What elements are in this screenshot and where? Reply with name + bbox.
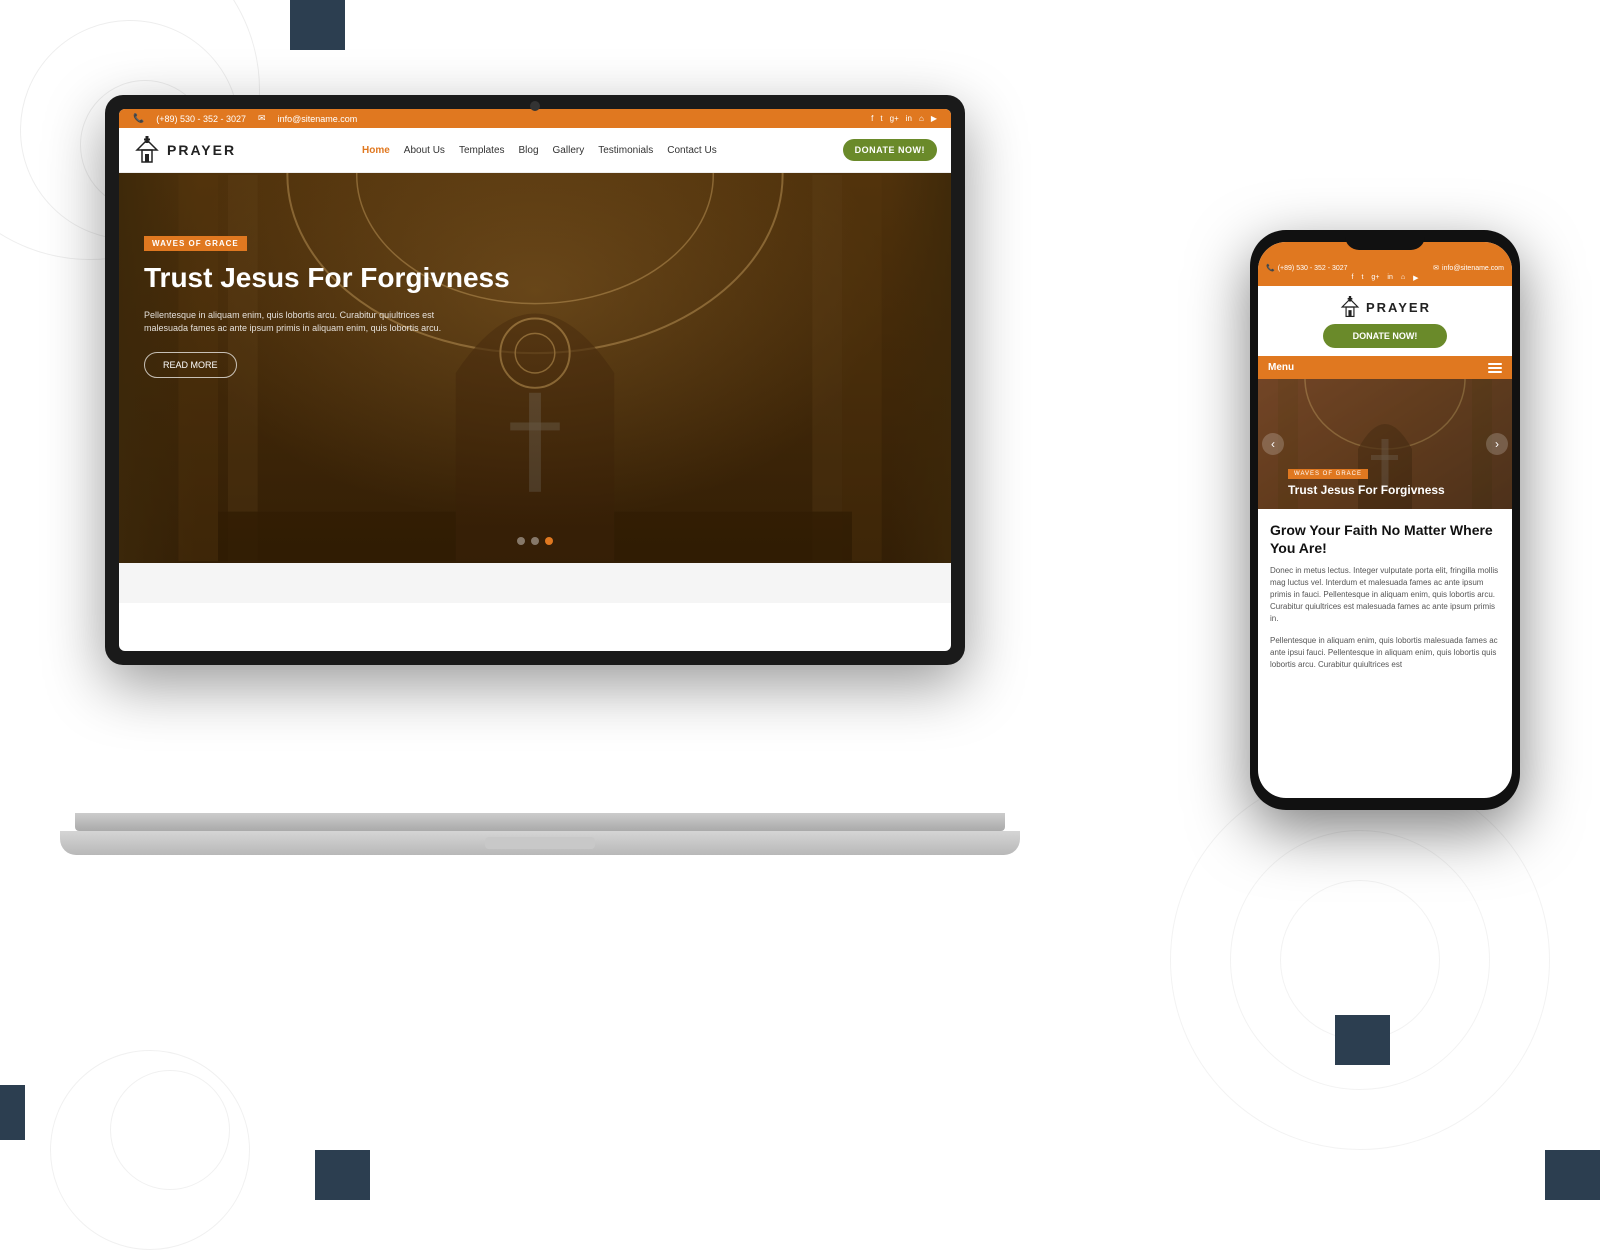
hamburger-line-1	[1488, 363, 1502, 365]
p-youtube-icon[interactable]: ▶	[1413, 274, 1418, 282]
laptop-site-topbar: 📞 (+89) 530 - 352 - 3027 ✉ info@sitename…	[119, 109, 951, 128]
decorative-rect-3	[1335, 1015, 1390, 1065]
p-linkedin-icon[interactable]: in	[1387, 274, 1392, 282]
decorative-rect-1	[290, 0, 345, 50]
read-more-button[interactable]: READ MORE	[144, 352, 237, 378]
laptop-donate-button[interactable]: DONATE NOW!	[843, 139, 937, 161]
phone-screen: 📞 (+89) 530 - 352 - 3027 ✉ info@sitename…	[1258, 242, 1512, 798]
hamburger-icon[interactable]	[1488, 363, 1502, 373]
phone-logo: PRAYER	[1339, 296, 1431, 318]
phone-content-text-1: Donec in metus lectus. Integer vulputate…	[1270, 565, 1500, 625]
phone-hero-badge: WAVES OF GRACE	[1288, 469, 1368, 479]
nav-about[interactable]: About Us	[404, 145, 445, 156]
phone-body: 📞 (+89) 530 - 352 - 3027 ✉ info@sitename…	[1250, 230, 1520, 810]
phone-logo-area: PRAYER DONATE NOW!	[1258, 286, 1512, 356]
rss-icon[interactable]: ⌂	[919, 114, 924, 123]
hamburger-line-2	[1488, 367, 1502, 369]
twitter-icon[interactable]: t	[880, 114, 882, 123]
laptop-camera	[530, 101, 540, 111]
hero-dot-3[interactable]	[545, 537, 553, 545]
linkedin-icon[interactable]: in	[906, 114, 912, 123]
youtube-icon[interactable]: ▶	[931, 114, 937, 123]
decorative-rect-5	[315, 1150, 370, 1200]
nav-contact[interactable]: Contact Us	[667, 145, 716, 156]
phone-icon: 📞	[1266, 264, 1275, 272]
email-icon: ✉	[258, 113, 266, 124]
laptop-screen: 📞 (+89) 530 - 352 - 3027 ✉ info@sitename…	[119, 109, 951, 651]
phone-notch	[1345, 230, 1425, 250]
p-facebook-icon[interactable]: f	[1352, 274, 1354, 282]
decorative-rect-2	[0, 1085, 25, 1140]
phone-menu-bar: Menu	[1258, 356, 1512, 379]
phone-topbar-row1: 📞 (+89) 530 - 352 - 3027 ✉ info@sitename…	[1266, 264, 1504, 272]
nav-links: Home About Us Templates Blog Gallery Tes…	[362, 145, 717, 156]
phone-hero-content: WAVES OF GRACE Trust Jesus For Forgivnes…	[1288, 462, 1445, 497]
phone-hero-next-arrow[interactable]: ›	[1486, 433, 1508, 455]
hero-badge: WAVES OF GRACE	[144, 236, 247, 251]
nav-gallery[interactable]: Gallery	[553, 145, 585, 156]
p-rss-icon[interactable]: ⌂	[1401, 274, 1405, 282]
phone-topbar-phone: 📞 (+89) 530 - 352 - 3027	[1266, 264, 1348, 272]
p-gplus-icon[interactable]: g+	[1371, 274, 1379, 282]
deco-circle-7	[50, 1050, 250, 1250]
phone-donate-button[interactable]: DONATE NOW!	[1323, 324, 1448, 348]
laptop-footer	[119, 563, 951, 603]
laptop-hero: WAVES OF GRACE Trust Jesus For Forgivnes…	[119, 173, 951, 563]
church-logo-icon	[133, 136, 161, 164]
phone-church-icon	[1339, 296, 1361, 318]
phone-hero-title: Trust Jesus For Forgivness	[1288, 483, 1445, 497]
google-plus-icon[interactable]: g+	[890, 114, 899, 123]
logo-text: PRAYER	[167, 142, 236, 158]
nav-home[interactable]: Home	[362, 145, 390, 156]
phone-hero: ‹ › WAVES OF GRACE Trust Jesus For Forgi…	[1258, 379, 1512, 509]
nav-blog[interactable]: Blog	[519, 145, 539, 156]
nav-templates[interactable]: Templates	[459, 145, 505, 156]
laptop-hinge	[75, 813, 1005, 831]
topbar-left: 📞 (+89) 530 - 352 - 3027 ✉ info@sitename…	[133, 113, 357, 124]
deco-circle-4	[1170, 770, 1550, 1150]
laptop-body: 📞 (+89) 530 - 352 - 3027 ✉ info@sitename…	[105, 95, 965, 665]
phone-hero-prev-arrow[interactable]: ‹	[1262, 433, 1284, 455]
laptop-device: 📞 (+89) 530 - 352 - 3027 ✉ info@sitename…	[105, 95, 975, 855]
hero-dot-2[interactable]	[531, 537, 539, 545]
nav-testimonials[interactable]: Testimonials	[598, 145, 653, 156]
phone-icon: 📞	[133, 113, 144, 124]
topbar-email: info@sitename.com	[278, 114, 358, 124]
hero-title: Trust Jesus For Forgivness	[144, 261, 510, 295]
topbar-phone: (+89) 530 - 352 - 3027	[156, 114, 246, 124]
phone-content-text-2: Pellentesque in aliquam enim, quis lobor…	[1270, 635, 1500, 671]
p-twitter-icon[interactable]: t	[1361, 274, 1363, 282]
phone-menu-label[interactable]: Menu	[1268, 362, 1294, 373]
laptop-site-nav: PRAYER Home About Us Templates Blog Gall…	[119, 128, 951, 173]
phone-topbar-email: ✉ info@sitename.com	[1433, 264, 1504, 272]
laptop-base	[60, 831, 1020, 855]
phone-logo-text: PRAYER	[1366, 300, 1431, 315]
topbar-social: f t g+ in ⌂ ▶	[871, 114, 937, 123]
decorative-rect-4	[1545, 1150, 1600, 1200]
hero-dot-1[interactable]	[517, 537, 525, 545]
phone-content-area: Grow Your Faith No Matter Where You Are!…	[1258, 509, 1512, 693]
deco-circle-8	[110, 1070, 230, 1190]
hero-content: WAVES OF GRACE Trust Jesus For Forgivnes…	[144, 233, 510, 378]
phone-topbar-social: f t g+ in ⌂ ▶	[1266, 274, 1504, 282]
laptop-trackpad	[485, 837, 595, 849]
hero-pagination	[517, 537, 553, 545]
hamburger-line-3	[1488, 371, 1502, 373]
phone-content-title: Grow Your Faith No Matter Where You Are!	[1270, 521, 1500, 557]
phone-device: 📞 (+89) 530 - 352 - 3027 ✉ info@sitename…	[1250, 230, 1520, 810]
facebook-icon[interactable]: f	[871, 114, 873, 123]
mail-icon: ✉	[1433, 264, 1439, 272]
site-logo: PRAYER	[133, 136, 236, 164]
hero-text: Pellentesque in aliquam enim, quis lobor…	[144, 309, 464, 336]
